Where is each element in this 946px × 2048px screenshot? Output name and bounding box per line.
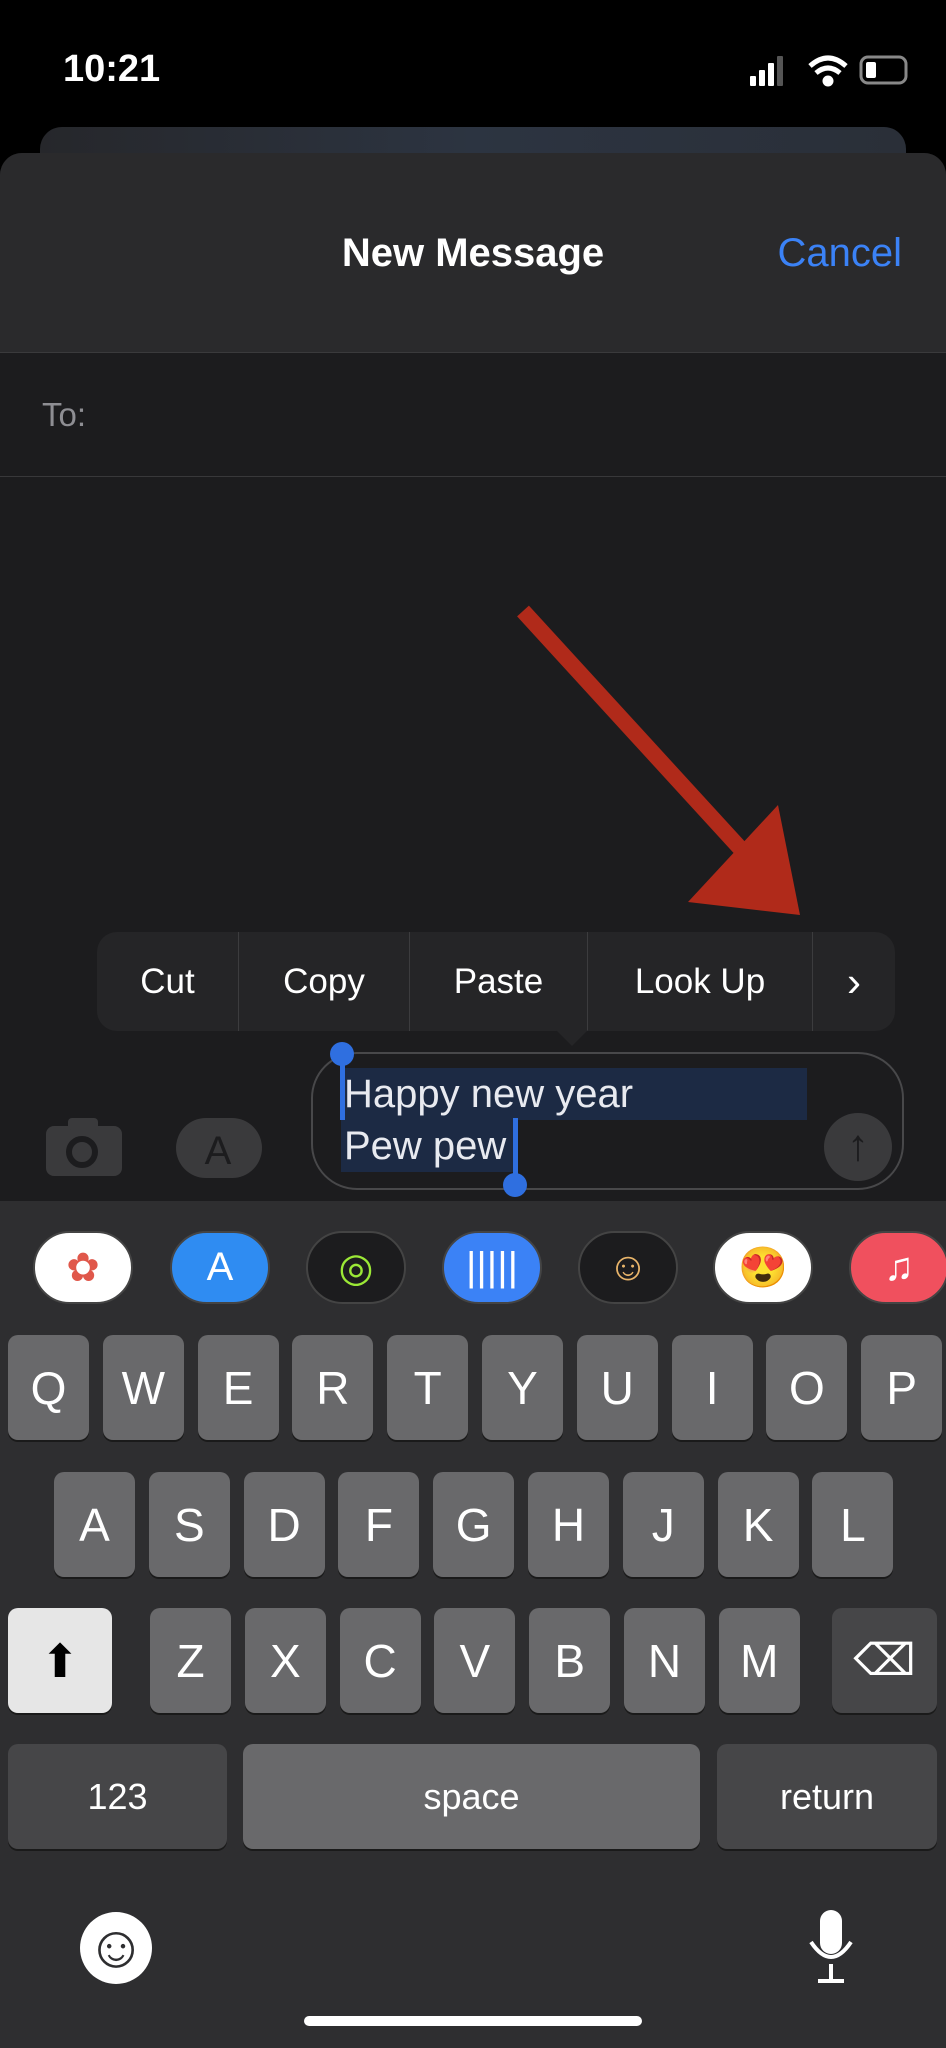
key-f[interactable]: F <box>338 1472 420 1577</box>
key-n[interactable]: N <box>624 1608 705 1713</box>
selection-end-handle[interactable] <box>503 1173 527 1197</box>
delete-key[interactable]: ⌫ <box>832 1608 937 1713</box>
key-r[interactable]: R <box>292 1335 374 1440</box>
return-key[interactable]: return <box>717 1744 937 1849</box>
memoji-stickers-app-icon[interactable]: 😍 <box>713 1231 813 1304</box>
message-line-2: Pew pew <box>344 1124 507 1168</box>
key-q[interactable]: Q <box>8 1335 89 1440</box>
key-c[interactable]: C <box>339 1608 421 1713</box>
audio-app-icon[interactable]: ||||| <box>442 1231 542 1304</box>
menu-copy[interactable]: Copy <box>239 932 410 1031</box>
key-b[interactable]: B <box>529 1608 611 1713</box>
key-k[interactable]: K <box>717 1472 799 1577</box>
key-d[interactable]: D <box>243 1472 325 1577</box>
app-store-icon[interactable]: A <box>176 1118 262 1178</box>
music-app-icon[interactable]: ♫ <box>849 1231 946 1304</box>
key-i[interactable]: I <box>671 1335 753 1440</box>
compose-tools: A <box>46 1118 262 1178</box>
message-line-1: Happy new year <box>344 1072 634 1116</box>
memoji-app-icon[interactable]: ☺ <box>578 1231 678 1304</box>
key-v[interactable]: V <box>434 1608 516 1713</box>
menu-paste[interactable]: Paste <box>410 932 588 1031</box>
shift-key[interactable]: ⬆ <box>8 1608 112 1713</box>
key-e[interactable]: E <box>197 1335 279 1440</box>
key-a[interactable]: A <box>54 1472 135 1577</box>
camera-icon[interactable] <box>46 1118 122 1176</box>
key-o[interactable]: O <box>766 1335 848 1440</box>
annotation-arrow <box>517 605 800 915</box>
photos-app-icon[interactable]: ✿ <box>33 1231 133 1304</box>
home-indicator <box>304 2016 642 2026</box>
key-w[interactable]: W <box>102 1335 184 1440</box>
key-p[interactable]: P <box>861 1335 943 1440</box>
activity-app-icon[interactable]: ◎ <box>306 1231 406 1304</box>
key-x[interactable]: X <box>244 1608 326 1713</box>
key-h[interactable]: H <box>528 1472 609 1577</box>
numbers-key[interactable]: 123 <box>8 1744 227 1849</box>
emoji-icon[interactable]: ☺ <box>80 1912 152 1984</box>
key-l[interactable]: L <box>812 1472 894 1577</box>
key-z[interactable]: Z <box>150 1608 231 1713</box>
selection-start-bar <box>340 1060 345 1120</box>
key-m[interactable]: M <box>718 1608 800 1713</box>
selection-end-bar <box>513 1118 518 1176</box>
key-g[interactable]: G <box>433 1472 515 1577</box>
space-key[interactable]: space <box>243 1744 700 1849</box>
edit-menu: Cut Copy Paste Look Up › <box>97 932 895 1031</box>
microphone-icon[interactable] <box>806 1908 856 1988</box>
svg-text:A: A <box>205 1129 232 1173</box>
key-t[interactable]: T <box>387 1335 469 1440</box>
key-y[interactable]: Y <box>482 1335 563 1440</box>
menu-look-up[interactable]: Look Up <box>588 932 813 1031</box>
send-arrow-icon[interactable]: ↑ <box>824 1113 892 1181</box>
menu-cut[interactable]: Cut <box>97 932 239 1031</box>
key-j[interactable]: J <box>622 1472 704 1577</box>
menu-more-chevron-icon[interactable]: › <box>813 932 895 1031</box>
key-u[interactable]: U <box>576 1335 658 1440</box>
menu-pointer <box>556 1030 588 1046</box>
app-store-app-icon[interactable]: A <box>170 1231 270 1304</box>
key-s[interactable]: S <box>148 1472 230 1577</box>
